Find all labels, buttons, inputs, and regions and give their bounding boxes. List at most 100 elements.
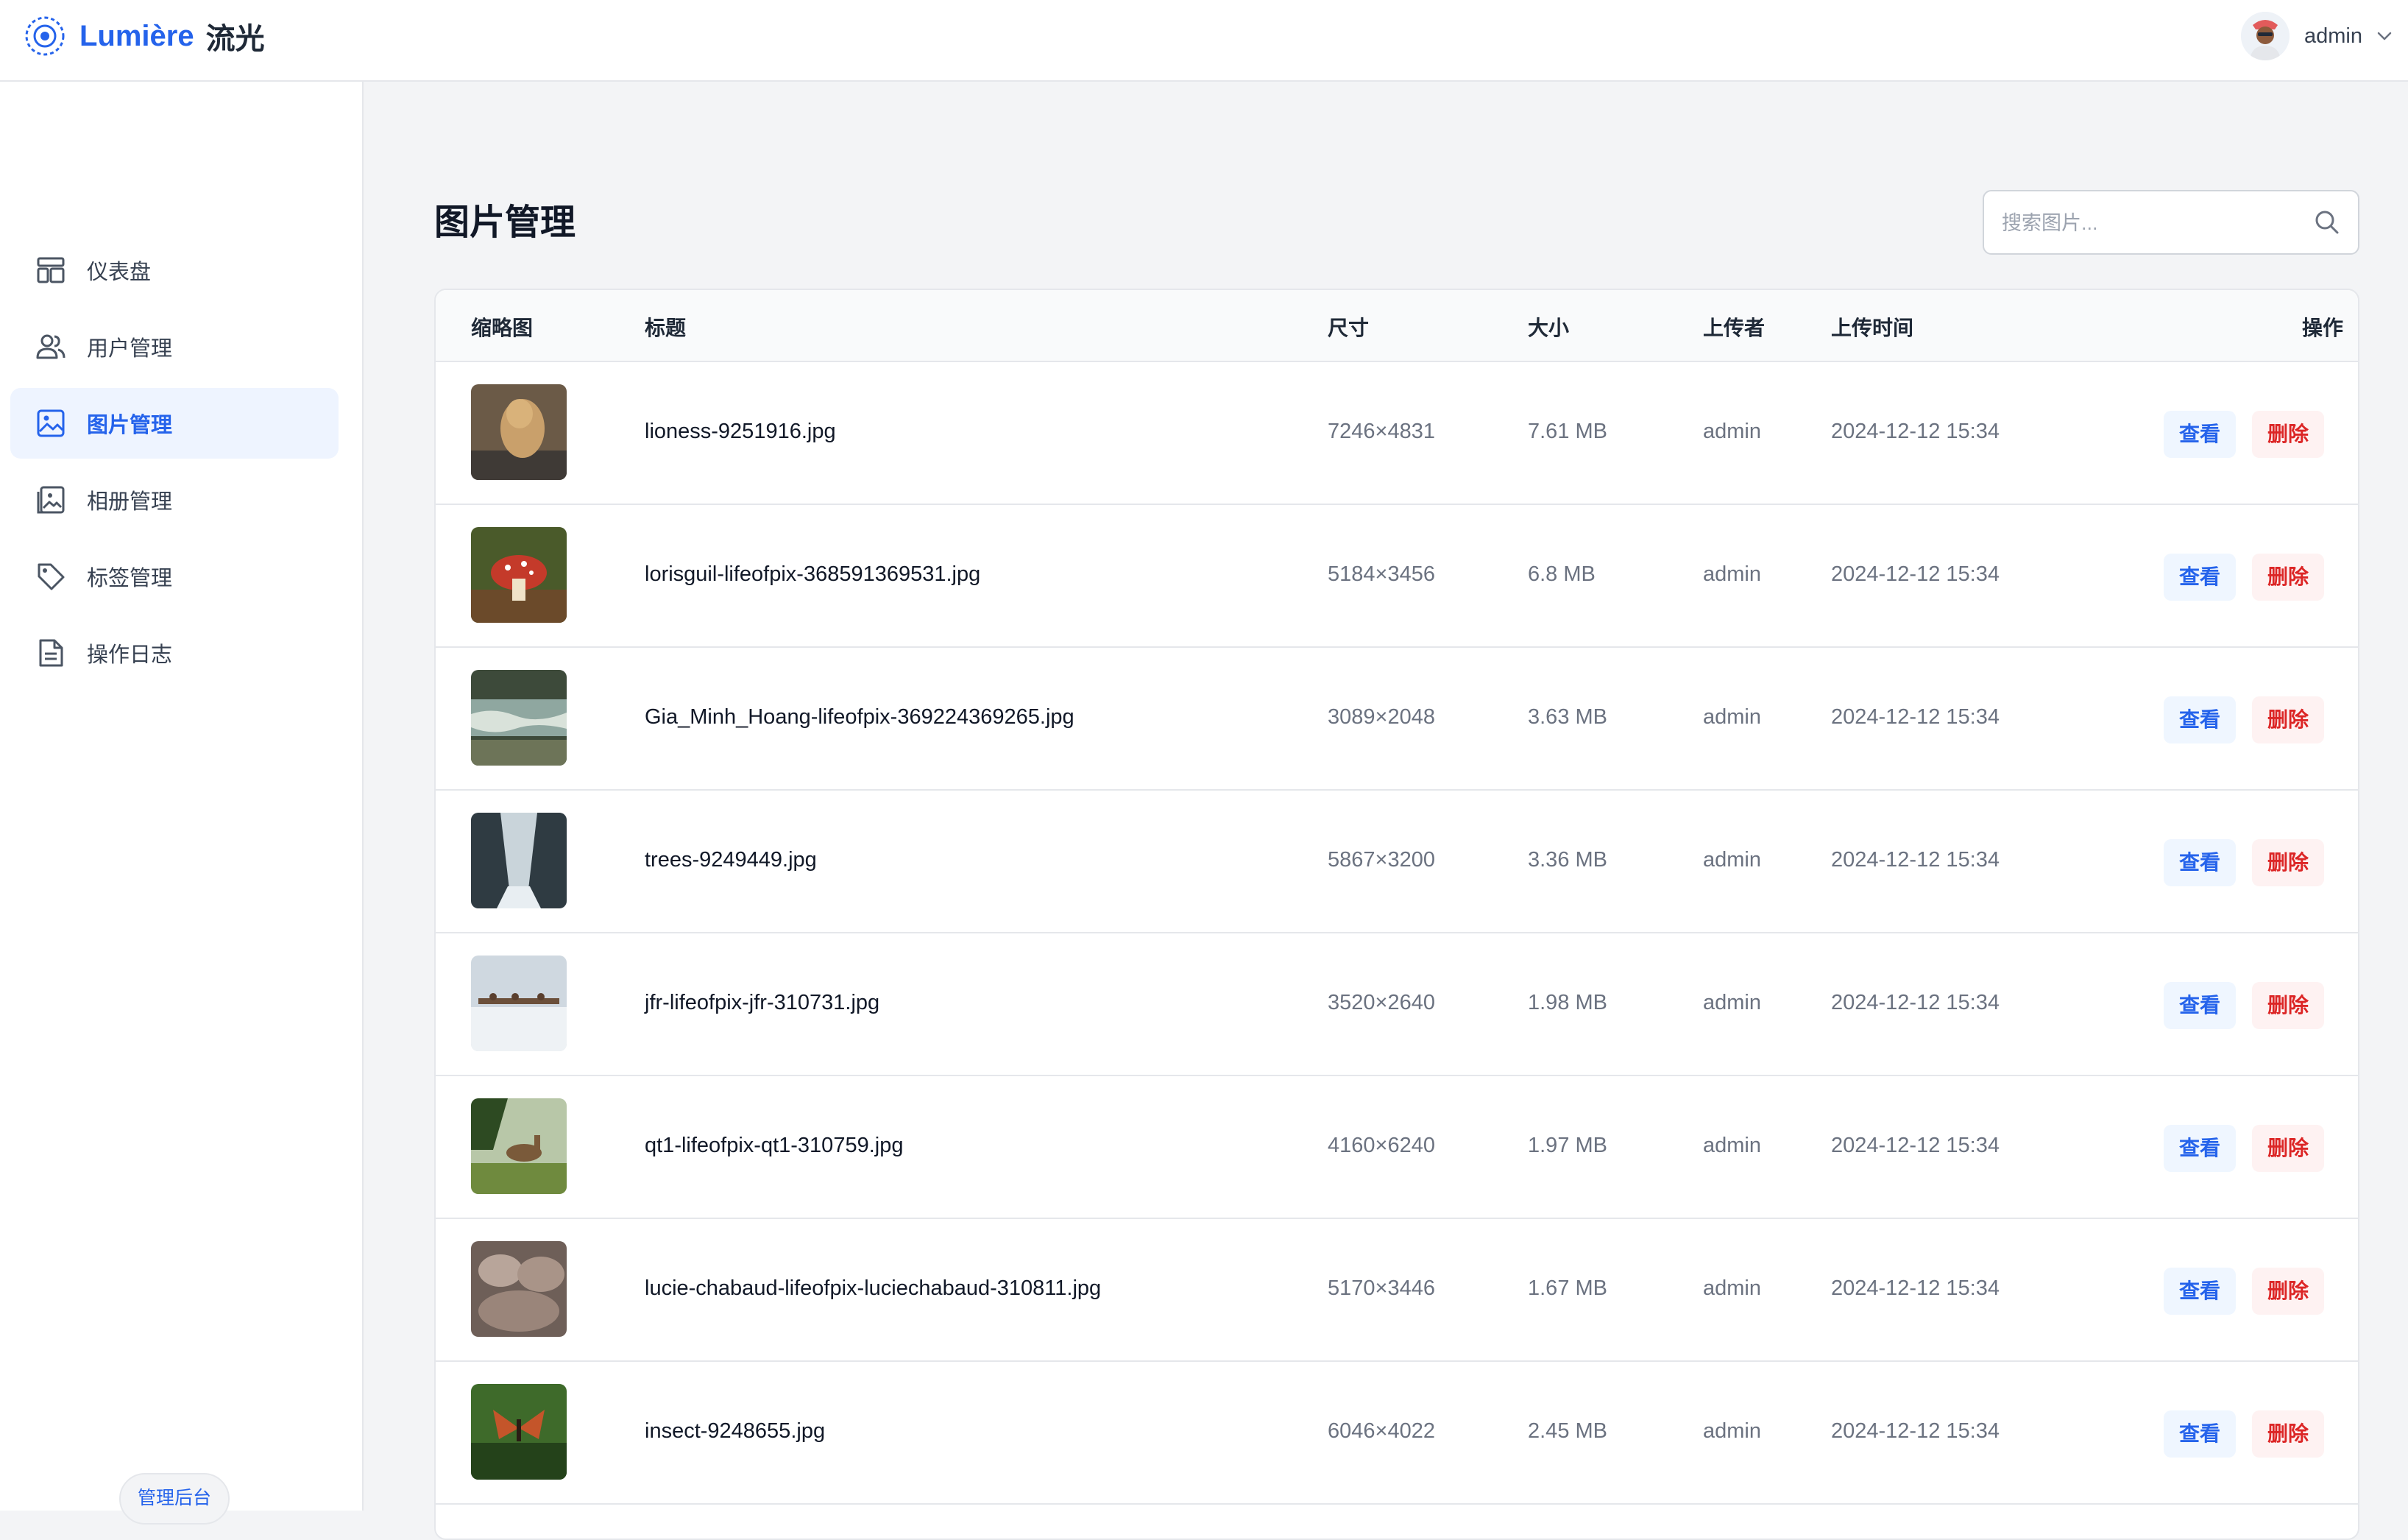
view-button[interactable]: 查看 (2164, 696, 2236, 743)
sidebar-item-dashboard[interactable]: 仪表盘 (10, 235, 339, 305)
image-upload-time: 2024-12-12 15:34 (1831, 1134, 2000, 1157)
image-thumbnail[interactable] (471, 1384, 567, 1480)
view-button[interactable]: 查看 (2164, 1125, 2236, 1172)
image-dimensions: 4160×6240 (1328, 1134, 1435, 1157)
delete-button[interactable]: 删除 (2252, 1410, 2324, 1458)
column-header-actions: 操作 (2302, 317, 2344, 339)
image-upload-time: 2024-12-12 15:34 (1831, 1276, 2000, 1300)
page-title: 图片管理 (434, 203, 576, 242)
column-header-size: 大小 (1528, 317, 1570, 339)
admin-badge[interactable]: 管理后台 (119, 1473, 230, 1525)
table-row: trees-9249449.jpg 5867×3200 3.36 MB admi… (436, 791, 2358, 933)
image-title: jfr-lifeofpix-jfr-310731.jpg (645, 991, 880, 1014)
column-header-uploader: 上传者 (1703, 317, 1766, 339)
image-dimensions: 5170×3446 (1328, 1276, 1435, 1300)
column-header-thumbnail: 缩略图 (471, 317, 534, 339)
image-thumbnail[interactable] (471, 813, 567, 908)
image-size: 3.36 MB (1528, 848, 1607, 872)
dashboard-icon (37, 257, 65, 283)
image-dimensions: 6046×4022 (1328, 1419, 1435, 1443)
table-row: lucie-chabaud-lifeofpix-luciechabaud-310… (436, 1219, 2358, 1362)
image-thumbnail[interactable] (471, 956, 567, 1051)
image-uploader: admin (1703, 562, 1761, 586)
image-size: 6.8 MB (1528, 562, 1596, 586)
image-title: trees-9249449.jpg (645, 848, 817, 872)
image-title: lioness-9251916.jpg (645, 420, 836, 443)
delete-button[interactable]: 删除 (2252, 696, 2324, 743)
column-header-dimensions: 尺寸 (1328, 317, 1370, 339)
image-size: 3.63 MB (1528, 705, 1607, 729)
image-dimensions: 5867×3200 (1328, 848, 1435, 872)
view-button[interactable]: 查看 (2164, 839, 2236, 886)
image-upload-time: 2024-12-12 15:34 (1831, 705, 2000, 729)
avatar (2241, 12, 2290, 60)
search-box[interactable] (1983, 190, 2359, 255)
table-row: qt1-lifeofpix-qt1-310759.jpg 4160×6240 1… (436, 1076, 2358, 1219)
sidebar-item-logs[interactable]: 操作日志 (10, 618, 339, 688)
image-upload-time: 2024-12-12 15:34 (1831, 1419, 2000, 1443)
top-header: Lumière 流光 admin (0, 0, 2408, 82)
image-title: qt1-lifeofpix-qt1-310759.jpg (645, 1134, 904, 1157)
image-thumbnail[interactable] (471, 527, 567, 623)
image-title: lorisguil-lifeofpix-368591369531.jpg (645, 562, 981, 586)
column-header-upload-time: 上传时间 (1831, 317, 1914, 339)
user-menu[interactable]: admin (2241, 10, 2393, 62)
sidebar-item-albums[interactable]: 相册管理 (10, 465, 339, 535)
image-uploader: admin (1703, 1134, 1761, 1157)
view-button[interactable]: 查看 (2164, 982, 2236, 1029)
delete-button[interactable]: 删除 (2252, 1268, 2324, 1315)
image-uploader: admin (1703, 420, 1761, 443)
image-thumbnail[interactable] (471, 1098, 567, 1194)
sidebar-item-label: 标签管理 (87, 567, 173, 590)
image-size: 2.45 MB (1528, 1419, 1607, 1443)
image-thumbnail[interactable] (471, 670, 567, 766)
image-dimensions: 3520×2640 (1328, 991, 1435, 1014)
user-name: admin (2304, 24, 2362, 48)
view-button[interactable]: 查看 (2164, 1268, 2236, 1315)
delete-button[interactable]: 删除 (2252, 554, 2324, 601)
image-uploader: admin (1703, 991, 1761, 1014)
image-title: Gia_Minh_Hoang-lifeofpix-369224369265.jp… (645, 705, 1074, 729)
table-header: 缩略图 标题 尺寸 大小 上传者 上传时间 操作 (436, 290, 2358, 362)
brand-logo-icon (25, 16, 65, 56)
image-icon (37, 409, 65, 437)
image-size: 1.98 MB (1528, 991, 1607, 1014)
users-icon (36, 334, 65, 359)
image-size: 1.67 MB (1528, 1276, 1607, 1300)
chevron-down-icon (2377, 32, 2392, 40)
sidebar-item-users[interactable]: 用户管理 (10, 311, 339, 382)
image-title: insect-9248655.jpg (645, 1419, 826, 1443)
view-button[interactable]: 查看 (2164, 554, 2236, 601)
sidebar-item-label: 用户管理 (87, 337, 173, 361)
table-row: Gia_Minh_Hoang-lifeofpix-369224369265.jp… (436, 648, 2358, 791)
brand[interactable]: Lumière 流光 (24, 15, 265, 57)
search-input[interactable] (2000, 191, 2312, 255)
search-icon[interactable] (2312, 208, 2342, 237)
image-thumbnail[interactable] (471, 384, 567, 480)
image-size: 1.97 MB (1528, 1134, 1607, 1157)
image-uploader: admin (1703, 848, 1761, 872)
image-upload-time: 2024-12-12 15:34 (1831, 562, 2000, 586)
delete-button[interactable]: 删除 (2252, 1125, 2324, 1172)
sidebar-item-images[interactable]: 图片管理 (10, 388, 339, 459)
image-dimensions: 5184×3456 (1328, 562, 1435, 586)
delete-button[interactable]: 删除 (2252, 411, 2324, 458)
brand-name-cn: 流光 (205, 23, 265, 55)
image-upload-time: 2024-12-12 15:34 (1831, 848, 2000, 872)
image-dimensions: 3089×2048 (1328, 705, 1435, 729)
sidebar-item-label: 仪表盘 (87, 261, 152, 284)
table-row: insect-9248655.jpg 6046×4022 2.45 MB adm… (436, 1362, 2358, 1505)
column-header-title: 标题 (645, 317, 687, 339)
image-thumbnail[interactable] (471, 1241, 567, 1337)
view-button[interactable]: 查看 (2164, 411, 2236, 458)
delete-button[interactable]: 删除 (2252, 982, 2324, 1029)
tag-icon (38, 563, 65, 590)
sidebar-item-tags[interactable]: 标签管理 (10, 541, 339, 612)
image-upload-time: 2024-12-12 15:34 (1831, 420, 2000, 443)
sidebar-item-label: 相册管理 (87, 490, 173, 514)
image-upload-time: 2024-12-12 15:34 (1831, 991, 2000, 1014)
image-uploader: admin (1703, 705, 1761, 729)
brand-name: Lumière (79, 19, 194, 52)
delete-button[interactable]: 删除 (2252, 839, 2324, 886)
view-button[interactable]: 查看 (2164, 1410, 2236, 1458)
